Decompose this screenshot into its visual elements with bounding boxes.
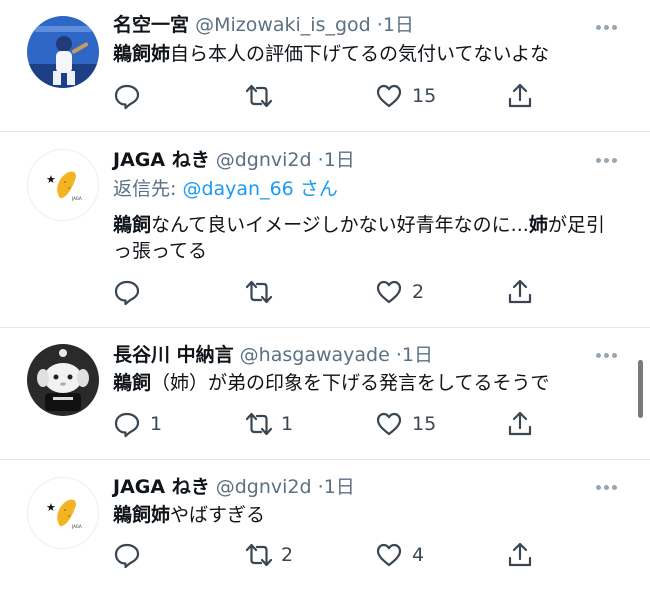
user-handle[interactable]: @Mizowaki_is_god [195, 14, 371, 36]
text-body: （姉）が弟の印象を下げる発言をしてるそうで [151, 372, 550, 394]
display-name[interactable]: 名空一宮 [113, 14, 189, 36]
text-body: 自ら本人の評価下げてるの気付いてないよな [170, 43, 550, 65]
tweet-actions: 2 [0, 277, 650, 307]
svg-text:★: ★ [46, 173, 56, 186]
retweet-icon [245, 412, 273, 436]
text-highlight: 鵜飼 [113, 214, 152, 236]
tweet-text: 鵜飼なんて良いイメージしかない好青年なのに...姉が足引っ張ってる [113, 212, 623, 264]
tweet-header: 名空一宮 @Mizowaki_is_god ·1日 [113, 12, 414, 38]
tweet-actions: 2 4 [0, 540, 650, 570]
avatar[interactable] [27, 16, 99, 88]
reply-suffix: さん [299, 178, 338, 200]
more-options-button[interactable] [592, 345, 622, 365]
tweet-actions: 1 1 15 [0, 409, 650, 439]
like-count: 15 [412, 85, 437, 107]
tweet-text: 鵜飼姉自ら本人の評価下げてるの気付いてないよな [113, 41, 623, 67]
retweet-icon [245, 543, 273, 567]
retweet-icon [245, 280, 273, 304]
text-highlight: 鵜飼姉 [113, 504, 171, 526]
tweet-text: 鵜飼（姉）が弟の印象を下げる発言をしてるそうで [113, 370, 623, 396]
user-handle[interactable]: @hasgawayade [240, 344, 390, 366]
retweet-count: 1 [281, 413, 294, 435]
avatar[interactable] [27, 344, 99, 416]
tweet-header: 長谷川 中納言 @hasgawayade ·1日 [113, 342, 433, 368]
timestamp[interactable]: 1日 [324, 149, 355, 171]
text-body: やばすぎる [170, 504, 266, 526]
reply-icon [114, 280, 140, 306]
reply-prefix: 返信先: [113, 178, 183, 200]
like-count: 4 [412, 544, 425, 566]
reply-context: 返信先: @dayan_66 さん [113, 176, 338, 202]
share-icon [508, 83, 532, 108]
text-body: なんて良いイメージしかない好青年なのに... [151, 214, 529, 236]
share-icon [508, 411, 532, 436]
tweet-header: JAGA ねき @dgnvi2d ·1日 [113, 147, 355, 173]
tweet-header: JAGA ねき @dgnvi2d ·1日 [113, 474, 355, 500]
tweet[interactable]: ★ JAGA JAGA ねき @dgnvi2d ·1日 返信先: @dayan_… [0, 132, 650, 326]
heart-icon [376, 84, 402, 108]
retweet-count: 2 [281, 544, 294, 566]
tweet[interactable]: ★ JAGA JAGA ねき @dgnvi2d ·1日 鵜飼姉やばすぎる 2 4 [0, 460, 650, 590]
timestamp[interactable]: 1日 [324, 476, 355, 498]
tweet[interactable]: 長谷川 中納言 @hasgawayade ·1日 鵜飼（姉）が弟の印象を下げる発… [0, 328, 650, 458]
reply-count: 1 [150, 413, 163, 435]
text-highlight: 姉 [528, 214, 548, 236]
text-highlight: 鵜飼姉 [113, 43, 171, 65]
share-icon [508, 279, 532, 304]
display-name[interactable]: JAGA ねき [113, 476, 210, 498]
svg-text:JAGA: JAGA [71, 524, 82, 529]
like-count: 15 [412, 413, 437, 435]
svg-text:★: ★ [46, 501, 56, 514]
display-name[interactable]: JAGA ねき [113, 149, 210, 171]
reply-icon [114, 412, 140, 438]
heart-icon [376, 412, 402, 436]
tweet[interactable]: 名空一宮 @Mizowaki_is_god ·1日 鵜飼姉自ら本人の評価下げてる… [0, 0, 650, 130]
avatar[interactable]: ★ JAGA [27, 477, 99, 549]
user-handle[interactable]: @dgnvi2d [216, 149, 312, 171]
timestamp[interactable]: 1日 [402, 344, 433, 366]
tweet-actions: 15 [0, 81, 650, 111]
reply-icon [114, 84, 140, 110]
retweet-icon [245, 84, 273, 108]
avatar[interactable]: ★ JAGA [27, 149, 99, 221]
heart-icon [376, 543, 402, 567]
tweet-text: 鵜飼姉やばすぎる [113, 502, 623, 528]
reply-icon [114, 543, 140, 569]
heart-icon [376, 280, 402, 304]
share-icon [508, 542, 532, 567]
text-highlight: 鵜飼 [113, 372, 152, 394]
reply-handle-link[interactable]: @dayan_66 [182, 178, 293, 200]
svg-text:JAGA: JAGA [71, 196, 82, 201]
more-options-button[interactable] [592, 477, 622, 497]
like-count: 2 [412, 281, 425, 303]
more-options-button[interactable] [592, 17, 622, 37]
scrollbar[interactable] [638, 360, 643, 418]
timestamp[interactable]: 1日 [383, 14, 414, 36]
display-name[interactable]: 長谷川 中納言 [113, 344, 234, 366]
more-options-button[interactable] [592, 150, 622, 170]
user-handle[interactable]: @dgnvi2d [216, 476, 312, 498]
